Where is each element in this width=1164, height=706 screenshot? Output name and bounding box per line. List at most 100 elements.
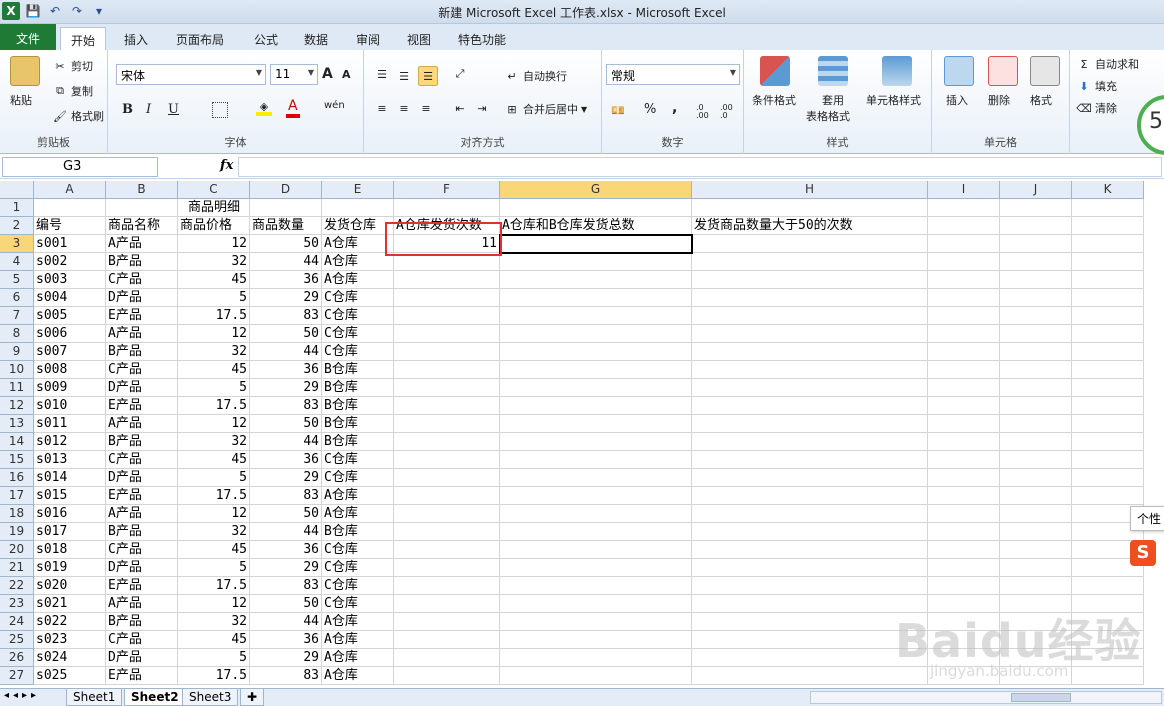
data-cell[interactable]: C产品 <box>106 271 178 289</box>
empty-cell[interactable] <box>500 649 692 667</box>
italic-button[interactable]: I <box>146 102 151 117</box>
horizontal-scrollbar[interactable] <box>810 691 1162 704</box>
data-cell[interactable]: s013 <box>34 451 106 469</box>
empty-cell[interactable] <box>928 361 1000 379</box>
data-cell[interactable]: 32 <box>178 523 250 541</box>
row-header-25[interactable]: 25 <box>0 631 34 649</box>
data-cell[interactable]: 45 <box>178 451 250 469</box>
empty-cell[interactable] <box>928 199 1000 217</box>
row-header-9[interactable]: 9 <box>0 343 34 361</box>
data-cell[interactable]: B仓库 <box>322 397 394 415</box>
empty-cell[interactable] <box>250 199 322 217</box>
data-cell[interactable]: s006 <box>34 325 106 343</box>
align-middle-button[interactable]: ☰ <box>396 68 412 84</box>
empty-cell[interactable] <box>500 559 692 577</box>
empty-cell[interactable] <box>1000 469 1072 487</box>
empty-cell[interactable] <box>692 325 928 343</box>
data-cell[interactable]: 44 <box>250 253 322 271</box>
data-cell[interactable]: s016 <box>34 505 106 523</box>
data-cell[interactable]: s005 <box>34 307 106 325</box>
data-cell[interactable]: s001 <box>34 235 106 253</box>
data-cell[interactable]: A仓库 <box>322 487 394 505</box>
empty-cell[interactable] <box>394 433 500 451</box>
empty-cell[interactable] <box>692 469 928 487</box>
data-cell[interactable]: 12 <box>178 595 250 613</box>
empty-cell[interactable] <box>692 271 928 289</box>
data-cell[interactable]: 83 <box>250 487 322 505</box>
data-cell[interactable]: s017 <box>34 523 106 541</box>
data-cell[interactable]: 36 <box>250 631 322 649</box>
empty-cell[interactable] <box>394 307 500 325</box>
tab-1[interactable]: 开始 <box>60 27 107 50</box>
empty-cell[interactable] <box>1072 271 1144 289</box>
merge-center-button[interactable]: ⊞ 合并后居中 ▼ <box>504 101 587 117</box>
empty-cell[interactable] <box>1000 451 1072 469</box>
data-cell[interactable]: s014 <box>34 469 106 487</box>
data-cell[interactable]: 17.5 <box>178 577 250 595</box>
data-cell[interactable]: C产品 <box>106 361 178 379</box>
empty-cell[interactable] <box>1000 199 1072 217</box>
data-cell[interactable]: 45 <box>178 541 250 559</box>
empty-cell[interactable] <box>928 415 1000 433</box>
data-cell[interactable]: 29 <box>250 289 322 307</box>
column-header-G[interactable]: G <box>500 181 692 199</box>
data-cell[interactable]: C仓库 <box>322 577 394 595</box>
empty-cell[interactable] <box>928 235 1000 253</box>
empty-cell[interactable] <box>1072 487 1144 505</box>
align-left-button[interactable]: ≡ <box>374 100 390 116</box>
row-header-23[interactable]: 23 <box>0 595 34 613</box>
tab-4[interactable]: 公式 <box>244 27 288 50</box>
font-color-button[interactable]: A <box>286 98 300 118</box>
header-cell[interactable]: 商品价格 <box>178 217 250 235</box>
row-header-27[interactable]: 27 <box>0 667 34 685</box>
empty-cell[interactable] <box>500 361 692 379</box>
data-cell[interactable]: 50 <box>250 505 322 523</box>
empty-cell[interactable] <box>928 217 1000 235</box>
data-cell[interactable]: 17.5 <box>178 307 250 325</box>
row-header-15[interactable]: 15 <box>0 451 34 469</box>
empty-cell[interactable] <box>500 271 692 289</box>
data-cell[interactable]: C仓库 <box>322 343 394 361</box>
data-cell[interactable]: 29 <box>250 559 322 577</box>
empty-cell[interactable] <box>106 199 178 217</box>
data-cell[interactable]: 17.5 <box>178 667 250 685</box>
empty-cell[interactable] <box>500 595 692 613</box>
border-button[interactable] <box>212 102 228 118</box>
empty-cell[interactable] <box>500 577 692 595</box>
data-cell[interactable]: 45 <box>178 631 250 649</box>
data-cell[interactable]: B仓库 <box>322 523 394 541</box>
phonetic-button[interactable]: wén <box>324 100 345 111</box>
data-cell[interactable]: s025 <box>34 667 106 685</box>
data-cell[interactable]: C仓库 <box>322 541 394 559</box>
empty-cell[interactable] <box>500 541 692 559</box>
data-cell[interactable]: 83 <box>250 307 322 325</box>
empty-cell[interactable] <box>692 559 928 577</box>
data-cell[interactable]: s015 <box>34 487 106 505</box>
row-header-5[interactable]: 5 <box>0 271 34 289</box>
empty-cell[interactable] <box>928 505 1000 523</box>
empty-cell[interactable] <box>394 523 500 541</box>
empty-cell[interactable] <box>394 271 500 289</box>
data-cell[interactable]: D产品 <box>106 469 178 487</box>
data-cell[interactable]: B仓库 <box>322 379 394 397</box>
data-cell[interactable]: A产品 <box>106 595 178 613</box>
wrap-text-button[interactable]: ↵ 自动换行 <box>504 68 567 84</box>
column-header-C[interactable]: C <box>178 181 250 199</box>
row-header-4[interactable]: 4 <box>0 253 34 271</box>
empty-cell[interactable] <box>1000 577 1072 595</box>
data-cell[interactable]: 32 <box>178 343 250 361</box>
data-cell[interactable]: s018 <box>34 541 106 559</box>
column-header-E[interactable]: E <box>322 181 394 199</box>
empty-cell[interactable] <box>500 379 692 397</box>
row-header-24[interactable]: 24 <box>0 613 34 631</box>
empty-cell[interactable] <box>1000 271 1072 289</box>
empty-cell[interactable] <box>692 649 928 667</box>
sheet-tab-sheet3[interactable]: Sheet3 <box>182 689 239 706</box>
data-cell[interactable]: 36 <box>250 451 322 469</box>
align-center-button[interactable]: ≡ <box>396 100 412 116</box>
data-cell[interactable]: 12 <box>178 235 250 253</box>
empty-cell[interactable] <box>1072 433 1144 451</box>
empty-cell[interactable] <box>692 397 928 415</box>
header-cell[interactable]: 商品名称 <box>106 217 178 235</box>
empty-cell[interactable] <box>1000 307 1072 325</box>
